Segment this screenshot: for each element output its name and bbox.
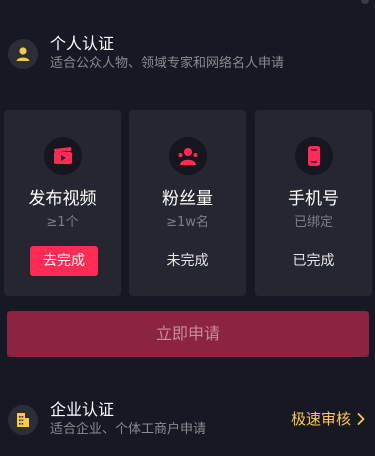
card-requirement: ≥1w名 [166,215,209,230]
building-icon [8,405,38,435]
phone-icon [295,137,333,175]
card-status: 已完成 [292,253,335,269]
card-requirement: ≥1个 [46,215,79,230]
fast-review-link[interactable]: 极速审核 [291,409,365,429]
requirement-card-fans: 粉丝量 ≥1w名 未完成 [129,110,246,296]
personal-verification-title: 个人认证 [50,34,115,53]
fast-review-label: 极速审核 [290,410,351,428]
card-requirement: 已绑定 [293,215,333,230]
business-verification-row[interactable]: 企业认证 适合企业、个体工商户申请 极速审核 [6,398,369,442]
chevron-right-icon [357,413,365,425]
video-clapper-icon [44,137,82,175]
business-verification-subtitle: 适合企业、个体工商户申请 [50,422,207,437]
card-title: 粉丝量 [162,189,213,209]
fans-icon [169,137,207,175]
personal-verification-subtitle: 适合公众人物、领域专家和网络名人申请 [50,56,285,71]
apply-now-button[interactable]: 立即申请 [7,311,369,357]
requirement-card-phone: 手机号 已绑定 已完成 [255,110,372,296]
business-verification-title: 企业认证 [50,400,115,419]
card-title: 发布视频 [28,189,97,209]
go-complete-button[interactable]: 去完成 [30,246,98,276]
user-icon [8,39,38,69]
requirement-card-video: 发布视频 ≥1个 去完成 [4,110,121,296]
card-title: 手机号 [288,189,339,209]
personal-verification-header: 个人认证 适合公众人物、领域专家和网络名人申请 [6,32,369,76]
top-divider [0,0,375,8]
card-status: 未完成 [166,253,209,269]
